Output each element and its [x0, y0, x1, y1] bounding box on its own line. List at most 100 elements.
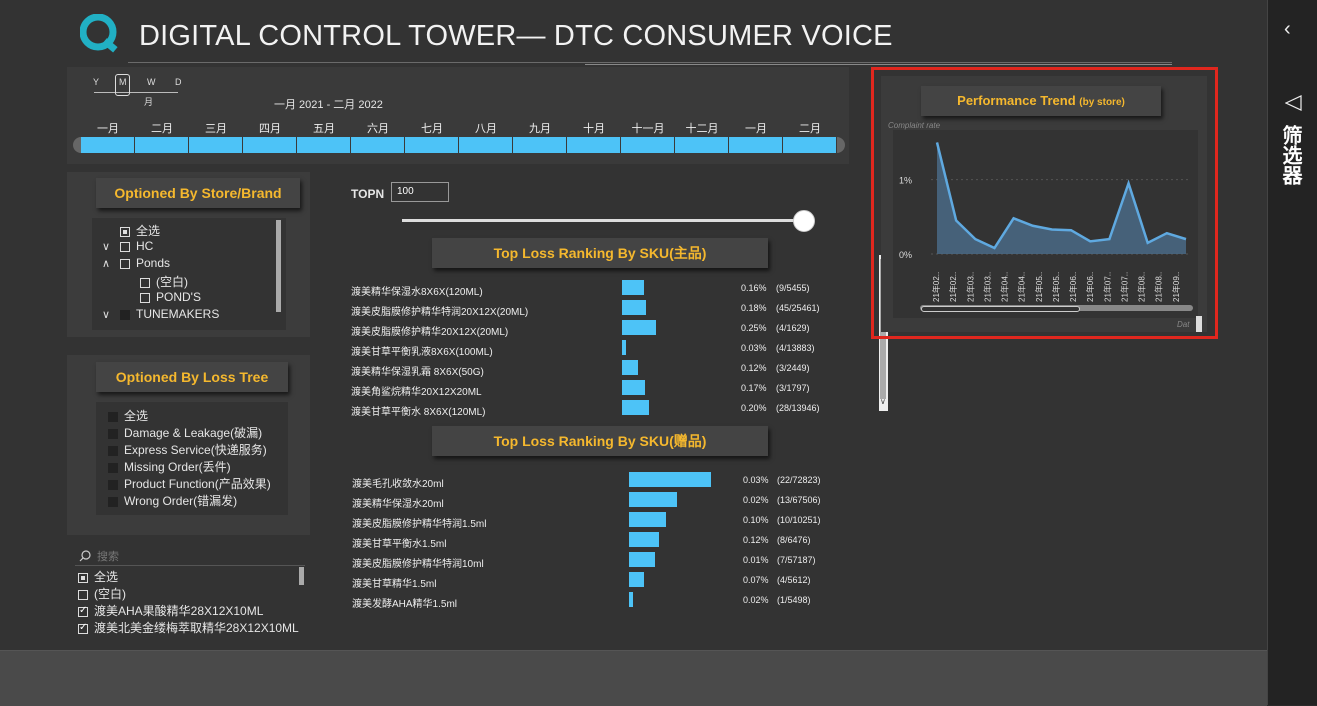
timeline-month-segment[interactable]: [513, 137, 567, 153]
trend-x-tick: 21年07..: [1119, 272, 1129, 302]
ranking-bar[interactable]: [629, 492, 678, 507]
topn-input[interactable]: 100: [391, 182, 449, 202]
ranking-bar[interactable]: [629, 572, 644, 587]
timeline-month-segment[interactable]: [783, 137, 837, 153]
ranking-rate: 0.16%: [741, 283, 767, 293]
loss-tree-title: Optioned By Loss Tree: [96, 362, 288, 392]
checkbox[interactable]: [108, 479, 118, 490]
checkbox[interactable]: [120, 241, 130, 252]
ranking-bar[interactable]: [622, 280, 644, 295]
store-filter-item[interactable]: ∨ HC: [102, 239, 153, 253]
ranking-row-label: 渡美皮脂膜修护精华20X12X(20ML): [351, 327, 509, 338]
timeline-month-segment[interactable]: [243, 137, 297, 153]
ranking-count: (10/10251): [777, 515, 821, 525]
ranking-bar[interactable]: [622, 380, 646, 395]
trend-hscroll-track[interactable]: [920, 305, 1193, 312]
timeline-month-segment[interactable]: [459, 137, 513, 153]
topn-slider-track[interactable]: [402, 219, 804, 222]
checkbox[interactable]: [108, 445, 118, 456]
timeline-month-segment[interactable]: [621, 137, 675, 153]
checkbox-dark[interactable]: [120, 309, 130, 320]
ranking-count: (9/5455): [776, 283, 810, 293]
checkbox[interactable]: [78, 605, 88, 617]
ranking-bar[interactable]: [629, 592, 633, 607]
checkbox[interactable]: [140, 277, 150, 288]
granularity-d[interactable]: D: [175, 77, 182, 87]
timeline-month-label: 十一月: [631, 123, 665, 135]
expand-toggle-icon[interactable]: ∧: [102, 257, 120, 270]
filter-funnel-icon[interactable]: [1285, 95, 1303, 111]
filter-pane-label[interactable]: 筛选器: [1279, 125, 1305, 185]
topn-input-value: 100: [397, 186, 414, 197]
store-filter-item-label: POND'S: [156, 290, 201, 304]
ranking-bar[interactable]: [622, 360, 639, 375]
sku-list-item[interactable]: 渡美北美金缕梅萃取精华28X12X10ML: [78, 619, 299, 636]
timeline-month-segment[interactable]: [189, 137, 243, 153]
trend-hscroll-thumb[interactable]: [921, 306, 1080, 312]
sku-search-box[interactable]: 搜索: [75, 547, 305, 566]
checkbox[interactable]: [140, 292, 150, 303]
trend-x-tick: 21年06..: [1068, 272, 1078, 302]
sku-list-item[interactable]: 渡美AHA果酸精华28X12X10ML: [78, 602, 263, 619]
granularity-selector[interactable]: Y M W D 月: [90, 74, 190, 107]
timeline-month-segment[interactable]: [405, 137, 459, 153]
ranking-bar[interactable]: [622, 300, 647, 315]
timeline-month-segment[interactable]: [297, 137, 351, 153]
store-filter-item-label: (空白): [156, 275, 188, 289]
loss-tree-item[interactable]: Express Service(快递服务): [108, 441, 267, 458]
ranking-bar[interactable]: [629, 532, 659, 547]
ranking-bar[interactable]: [622, 340, 627, 355]
ranking-count: (3/2449): [776, 363, 810, 373]
store-filter-item[interactable]: ∨ TUNEMAKERS: [102, 307, 219, 321]
expand-toggle-icon[interactable]: ∨: [102, 308, 120, 321]
expand-toggle-icon[interactable]: ∨: [102, 240, 120, 253]
loss-tree-item[interactable]: Damage & Leakage(破漏): [108, 424, 262, 441]
store-filter-list: 全选 ∨ HC ∧ Ponds (空白) POND'S ∨ TUNEMAKERS: [92, 218, 286, 330]
loss-tree-item[interactable]: 全选: [108, 407, 148, 424]
granularity-handle[interactable]: [115, 74, 130, 96]
store-filter-item[interactable]: POND'S: [122, 290, 201, 304]
sku-list-scrollbar[interactable]: [299, 567, 304, 585]
ranking-bar[interactable]: [622, 400, 650, 415]
store-filter-scrollbar[interactable]: [276, 220, 281, 312]
granularity-y[interactable]: Y: [93, 77, 99, 87]
timeline-month-segment[interactable]: [351, 137, 405, 153]
ranking-bar[interactable]: [629, 472, 711, 487]
timeline-month-label: 十二月: [685, 123, 719, 135]
checkbox[interactable]: [78, 589, 88, 600]
timeline-month-segment[interactable]: [135, 137, 189, 153]
loss-tree-item[interactable]: Missing Order(丢件): [108, 458, 231, 475]
store-filter-item[interactable]: ∧ Ponds: [102, 256, 170, 270]
trend-chart: 1% 0% 21年02.. 21年02.. 21年03.. 21年03.. 21年04.. 2…: [893, 130, 1198, 318]
sku-list-item[interactable]: 全选: [78, 568, 118, 585]
loss-tree-item[interactable]: Product Function(产品效果): [108, 475, 271, 492]
trend-vscroll[interactable]: [1196, 316, 1202, 332]
ranking-bar[interactable]: [629, 552, 656, 567]
timeline-month-segment[interactable]: [81, 137, 135, 153]
ranking-bar[interactable]: [622, 320, 656, 335]
timeline-month-label: 二月: [799, 123, 821, 135]
ranking-bar[interactable]: [629, 512, 667, 527]
timeline-month-segment[interactable]: [567, 137, 621, 153]
checkbox[interactable]: [120, 226, 130, 237]
scroll-down-icon[interactable]: ∨: [880, 397, 886, 406]
title-divider: [128, 62, 1172, 63]
store-filter-item[interactable]: 全选: [102, 222, 160, 239]
store-filter-item[interactable]: (空白): [122, 273, 188, 290]
checkbox[interactable]: [120, 258, 130, 269]
checkbox[interactable]: [78, 572, 88, 583]
checkbox[interactable]: [108, 462, 118, 473]
trend-title-suffix: (by store): [1079, 97, 1125, 108]
loss-tree-item[interactable]: Wrong Order(错漏发): [108, 492, 237, 509]
checkbox[interactable]: [108, 496, 118, 507]
checkbox[interactable]: [78, 622, 88, 634]
chevron-left-icon[interactable]: ‹: [1284, 18, 1291, 41]
timeline-month-segment[interactable]: [729, 137, 783, 153]
checkbox[interactable]: [108, 411, 118, 422]
topn-slider-thumb[interactable]: [793, 210, 815, 232]
sku-search-input[interactable]: 搜索: [97, 548, 119, 564]
checkbox[interactable]: [108, 428, 118, 439]
granularity-w[interactable]: W: [147, 77, 156, 87]
timeline-month-segment[interactable]: [675, 137, 729, 153]
sku-list-item[interactable]: (空白): [78, 585, 126, 602]
